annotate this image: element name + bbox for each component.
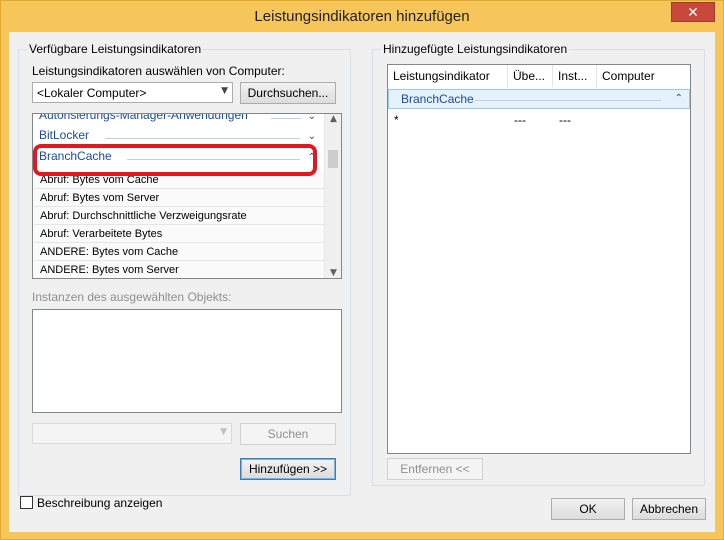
show-description-checkbox[interactable] [20, 496, 33, 509]
dialog-window: Leistungsindikatoren hinzufügen ✕ Verfüg… [0, 0, 724, 540]
show-description-label[interactable]: Beschreibung anzeigen [37, 496, 162, 510]
counters-list[interactable]: Autorisierungs-Manager-Anwendungen ⌄ Bit… [32, 113, 342, 279]
table-row[interactable]: * --- --- [388, 111, 690, 129]
remove-button[interactable]: Entfernen << [387, 458, 483, 480]
chevron-down-icon: ▼ [221, 86, 228, 96]
browse-button[interactable]: Durchsuchen... [240, 82, 336, 104]
added-counters-list[interactable]: Leistungsindikator Übe... Inst... Comput… [387, 64, 691, 454]
column-header-counter[interactable]: Leistungsindikator [388, 65, 508, 87]
dialog-client-area: Verfügbare Leistungsindikatoren Leistung… [9, 32, 715, 532]
chevron-down-icon: ▼ [220, 427, 227, 437]
available-counters-title: Verfügbare Leistungsindikatoren [27, 42, 204, 56]
scroll-up-icon[interactable]: ▲ [325, 114, 341, 124]
close-button[interactable]: ✕ [671, 2, 715, 22]
added-counter-instance: --- [559, 113, 571, 127]
counter-item[interactable]: Abruf: Durchschnittliche Verzweigungsrat… [34, 207, 324, 225]
instances-label: Instanzen des ausgewählten Objekts: [32, 290, 232, 304]
window-title: Leistungsindikatoren hinzufügen [254, 8, 470, 25]
chevron-down-icon[interactable]: ⌄ [308, 131, 316, 142]
computer-select[interactable]: <Lokaler Computer> ▼ [32, 82, 233, 103]
counter-item[interactable]: Abruf: Bytes vom Server [34, 189, 324, 207]
separator-line [475, 100, 661, 101]
computer-select-value: <Lokaler Computer> [37, 86, 147, 100]
counter-item[interactable]: ANDERE: Bytes vom Server [34, 261, 324, 278]
counter-item[interactable]: Abruf: Verarbeitete Bytes [34, 225, 324, 243]
instance-search-input[interactable]: ▼ [32, 423, 232, 444]
cancel-button[interactable]: Abbrechen [632, 498, 706, 520]
computer-select-label: Leistungsindikatoren auswählen von Compu… [32, 64, 285, 78]
available-counters-group: Verfügbare Leistungsindikatoren Leistung… [18, 42, 351, 496]
added-group-row-branchcache[interactable]: BranchCache ⌃ [388, 89, 690, 109]
object-row-label: Autorisierungs-Manager-Anwendungen [39, 113, 248, 122]
column-header-computer[interactable]: Computer [597, 65, 690, 87]
scroll-down-icon[interactable]: ▼ [325, 268, 341, 278]
counters-scrollbar[interactable]: ▲ ▼ [324, 114, 341, 278]
column-header-instance[interactable]: Inst... [553, 65, 597, 87]
added-counter-parent: --- [514, 113, 526, 127]
chevron-up-icon[interactable]: ⌃ [675, 93, 683, 104]
scroll-thumb[interactable] [328, 150, 338, 168]
add-button[interactable]: Hinzufügen >> [240, 458, 336, 480]
added-counters-group: Hinzugefügte Leistungsindikatoren Leistu… [372, 42, 705, 486]
separator-line [105, 138, 300, 139]
separator-line [271, 118, 301, 119]
added-group-label: BranchCache [401, 92, 474, 106]
title-bar[interactable]: Leistungsindikatoren hinzufügen ✕ [1, 1, 723, 32]
counter-item[interactable]: ANDERE: Bytes vom Cache [34, 243, 324, 261]
ok-button[interactable]: OK [551, 498, 625, 520]
annotation-highlight [33, 144, 317, 176]
chevron-down-icon[interactable]: ⌄ [308, 114, 316, 122]
instances-list[interactable] [32, 309, 342, 413]
object-row-label: BitLocker [39, 128, 90, 142]
search-button[interactable]: Suchen [240, 423, 336, 445]
column-header-parent[interactable]: Übe... [508, 65, 553, 87]
object-row-authorization-manager[interactable]: Autorisierungs-Manager-Anwendungen ⌄ [39, 113, 320, 128]
added-counter-name: * [394, 113, 399, 127]
added-counters-title: Hinzugefügte Leistungsindikatoren [381, 42, 570, 56]
